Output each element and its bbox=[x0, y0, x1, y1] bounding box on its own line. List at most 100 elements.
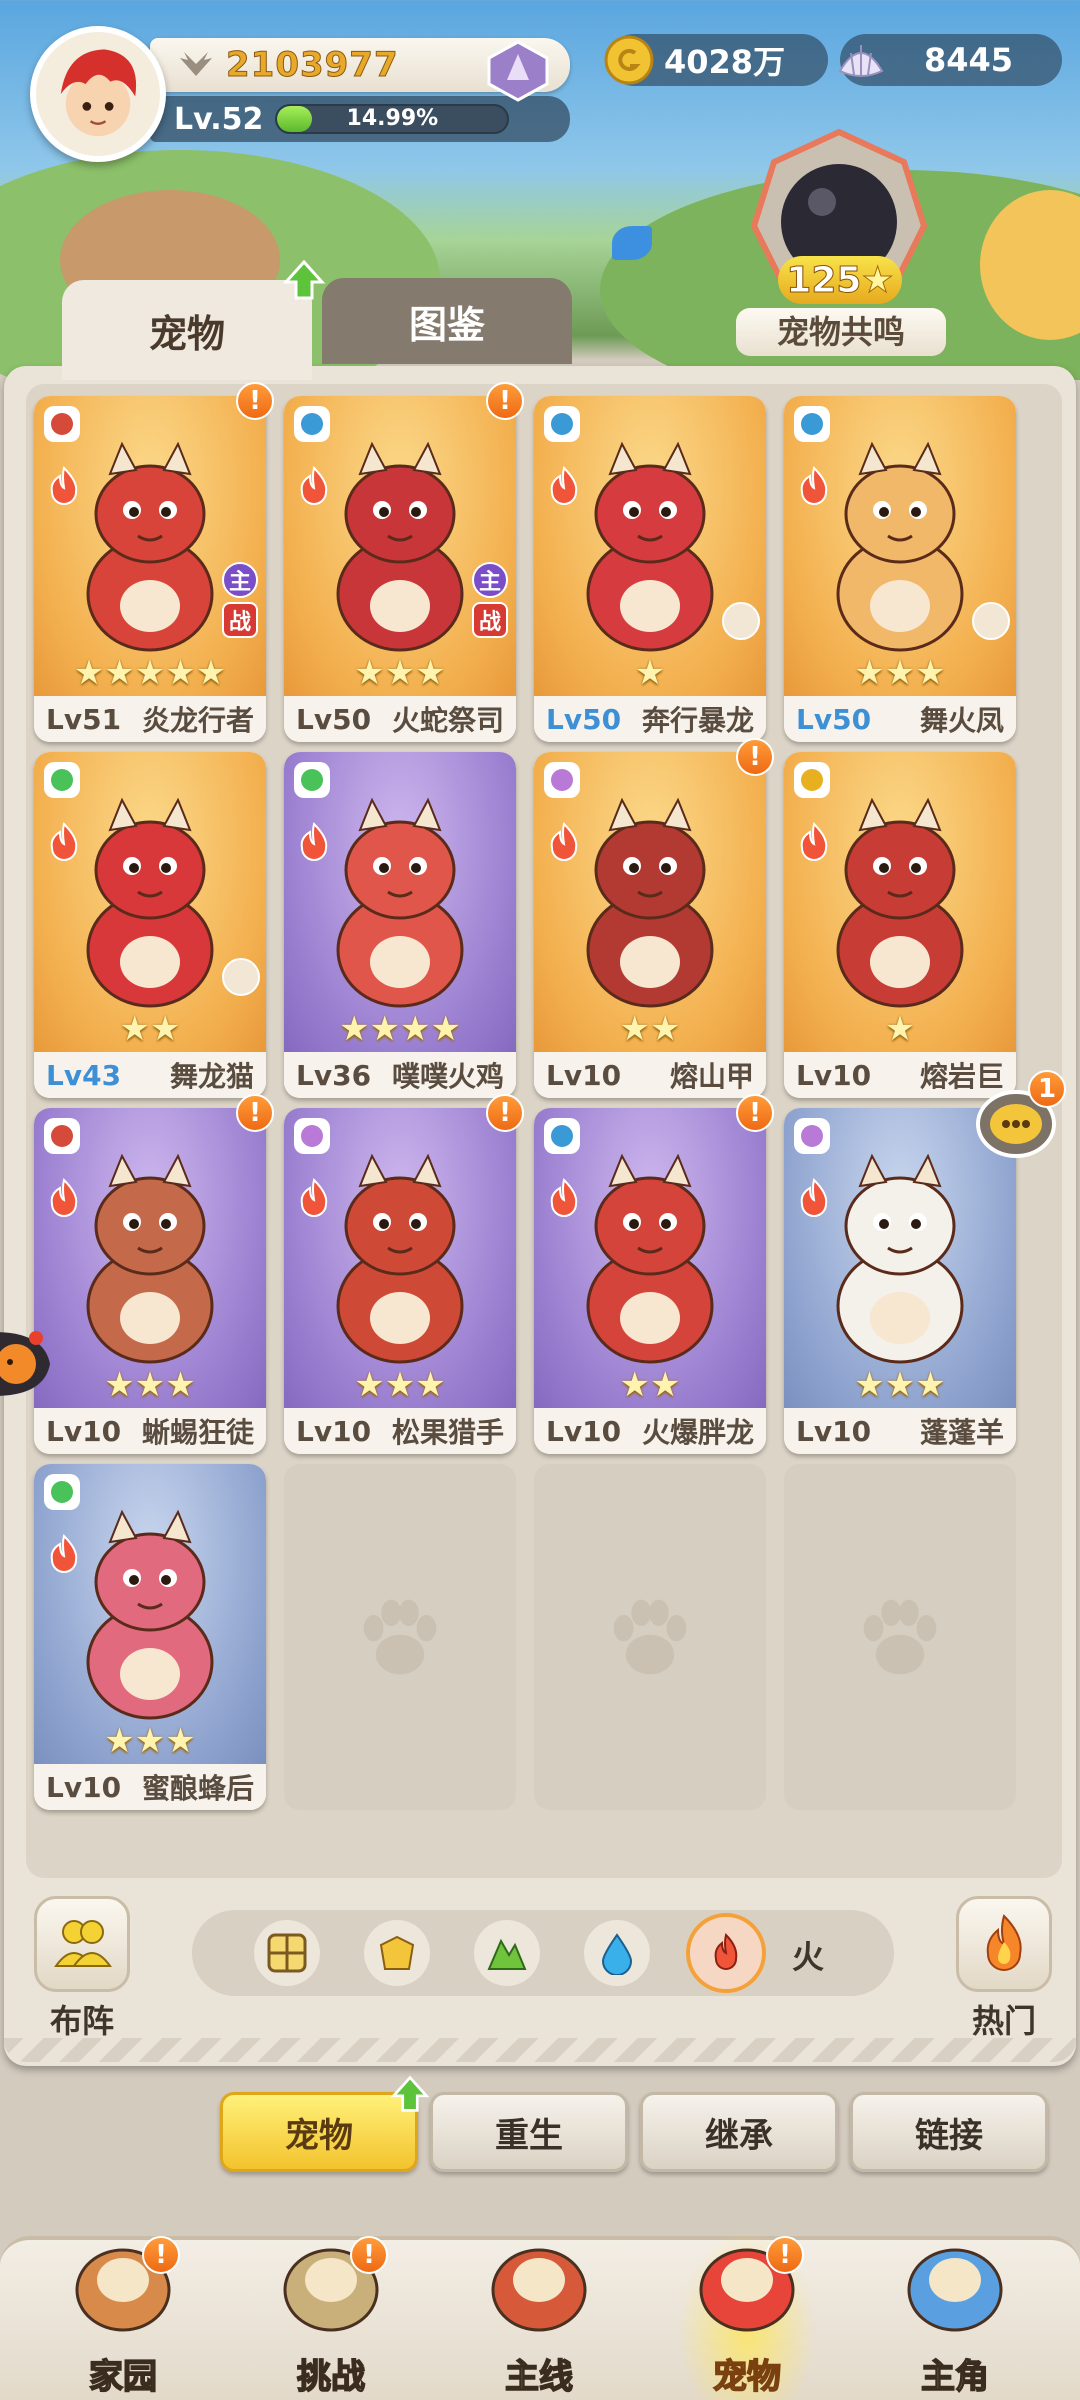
pet-card[interactable]: ★★ Lv10 火爆胖龙 bbox=[534, 1108, 766, 1454]
hot-label: 热门 bbox=[971, 2002, 1036, 2040]
pet-level: Lv10 bbox=[796, 1414, 872, 1448]
pet-portrait-icon bbox=[336, 1153, 464, 1364]
nav-alert-badge: ! bbox=[766, 2236, 804, 2274]
pet-class-icon bbox=[792, 760, 832, 800]
pet-portrait-icon bbox=[836, 1153, 964, 1364]
formation-button[interactable]: 布阵 bbox=[32, 1896, 132, 2040]
pet-name: 奔行暴龙 bbox=[641, 704, 754, 737]
formation-btn-face bbox=[34, 1896, 130, 1992]
shell-icon bbox=[838, 45, 884, 77]
trainer-avatar bbox=[222, 958, 260, 996]
grid-all-icon bbox=[267, 1933, 307, 1973]
fire-element-icon bbox=[546, 1178, 582, 1218]
pet-resonance-button[interactable]: 125 ★ 宠物共鸣 bbox=[736, 126, 946, 366]
nav-item[interactable]: 主角 bbox=[880, 2240, 1030, 2400]
gold-currency[interactable]: 4028万 bbox=[604, 34, 828, 86]
sub-action-button[interactable]: 继承 bbox=[640, 2092, 838, 2172]
nav-item[interactable]: 宠物! bbox=[672, 2230, 822, 2400]
trainer-avatar bbox=[722, 602, 760, 640]
pet-card[interactable]: ★★★ Lv10 蜜酿蜂后 bbox=[34, 1464, 266, 1810]
pet-level: Lv36 bbox=[296, 1058, 372, 1092]
pet-stars: ★★★ bbox=[104, 1365, 196, 1405]
nav-icon bbox=[484, 2224, 594, 2344]
team-icon bbox=[54, 1920, 112, 1967]
pet-stars: ★★★ bbox=[854, 1365, 946, 1405]
pet-alert-badge: ! bbox=[486, 1094, 524, 1132]
pet-level: Lv10 bbox=[546, 1414, 622, 1448]
pet-name: 炎龙行者 bbox=[141, 704, 254, 737]
chat-button[interactable]: 1 bbox=[974, 1070, 1066, 1162]
player-level: Lv.52 bbox=[174, 101, 264, 137]
nav-alert-badge: ! bbox=[350, 2236, 388, 2274]
pet-name: 松果猎手 bbox=[391, 1416, 504, 1449]
pet-name: 舞火凤 bbox=[919, 704, 1004, 737]
nav-alert-badge: ! bbox=[142, 2236, 180, 2274]
pet-stars: ★★ bbox=[619, 1365, 681, 1405]
pet-portrait-icon bbox=[86, 441, 214, 652]
filter-earth-button[interactable] bbox=[364, 1920, 430, 1986]
paw-icon bbox=[863, 1599, 937, 1675]
hot-btn-face bbox=[956, 1896, 1052, 1992]
pet-class-icon bbox=[292, 404, 332, 444]
filter-all-button[interactable] bbox=[254, 1920, 320, 1986]
side-pet-helper-icon[interactable] bbox=[0, 1322, 58, 1406]
pet-level: Lv10 bbox=[296, 1414, 372, 1448]
nav-label: 家园 bbox=[88, 2356, 158, 2398]
pet-name: 熔山甲 bbox=[669, 1060, 754, 1093]
pet-card[interactable]: ★★★ Lv50 舞火凤 bbox=[784, 396, 1016, 742]
pet-alert-badge: ! bbox=[236, 382, 274, 420]
fire-element-icon bbox=[46, 822, 82, 862]
sub-action-button[interactable]: 重生 bbox=[430, 2092, 628, 2172]
pet-class-icon bbox=[792, 404, 832, 444]
player-avatar[interactable] bbox=[30, 26, 166, 162]
pet-class-icon bbox=[42, 404, 82, 444]
nav-item[interactable]: 主线 bbox=[464, 2240, 614, 2400]
fire-element-icon bbox=[46, 1178, 82, 1218]
hot-button[interactable]: 热门 bbox=[954, 1896, 1054, 2040]
pet-name: 火蛇祭司 bbox=[391, 704, 504, 737]
pet-card[interactable]: 主战 ★★★★★ Lv51 炎龙行者 bbox=[34, 396, 266, 742]
pet-card[interactable]: 主战 ★★★ Lv50 火蛇祭司 bbox=[284, 396, 516, 742]
pet-card[interactable]: ★★ Lv43 舞龙猫 bbox=[34, 752, 266, 1098]
sub-action-button[interactable]: 链接 bbox=[850, 2092, 1048, 2172]
pet-stars: ★★ bbox=[119, 1009, 181, 1049]
pet-card[interactable]: ★★★ Lv10 蜥蜴狂徒 bbox=[34, 1108, 266, 1454]
pet-card-footer: Lv10 蓬蓬羊 bbox=[784, 1408, 1016, 1454]
resonance-count: 125 ★ bbox=[778, 256, 902, 304]
shell-currency[interactable]: 8445 bbox=[838, 34, 1062, 86]
nav-label: 挑战 bbox=[296, 2356, 366, 2398]
pet-level: Lv50 bbox=[296, 702, 372, 736]
pet-card[interactable]: ★ Lv50 奔行暴龙 bbox=[534, 396, 766, 742]
pet-class-icon bbox=[542, 404, 582, 444]
pet-name: 蓬蓬羊 bbox=[919, 1416, 1004, 1449]
wings-icon bbox=[180, 52, 212, 76]
pet-portrait-icon bbox=[86, 1509, 214, 1720]
pet-card[interactable]: ★ Lv10 熔岩巨 bbox=[784, 752, 1016, 1098]
battle-tag: 战 bbox=[222, 602, 258, 638]
pet-alert-badge: ! bbox=[736, 738, 774, 776]
filter-grass-button[interactable] bbox=[474, 1920, 540, 1986]
pet-portrait-icon bbox=[836, 797, 964, 1008]
upgrade-arrow-icon bbox=[282, 259, 326, 300]
fire-element-icon bbox=[714, 1933, 738, 1970]
filter-fire-button[interactable] bbox=[686, 1913, 766, 1993]
power-gem-icon[interactable] bbox=[485, 40, 551, 102]
gold-amount: 4028万 bbox=[664, 43, 786, 81]
fire-element-icon bbox=[46, 1534, 82, 1574]
pet-class-icon bbox=[292, 760, 332, 800]
filter-water-button[interactable] bbox=[584, 1920, 650, 1986]
nav-item[interactable]: 家园! bbox=[48, 2236, 198, 2400]
pet-level: Lv50 bbox=[796, 702, 872, 736]
empty-pet-slot bbox=[784, 1464, 1016, 1810]
pet-card[interactable]: ★★ Lv10 熔山甲 bbox=[534, 752, 766, 1098]
tab-pet-dex[interactable]: 图鉴 bbox=[322, 278, 572, 364]
hero-portrait-icon bbox=[60, 49, 137, 137]
battle-tag: 战 bbox=[472, 602, 508, 638]
pet-card[interactable]: ★★★★ Lv36 噗噗火鸡 bbox=[284, 752, 516, 1098]
sub-action-button[interactable]: 宠物 bbox=[220, 2092, 418, 2172]
pet-stars: ★★★★ bbox=[339, 1009, 461, 1049]
earth-element-icon bbox=[379, 1935, 415, 1970]
tab-pets[interactable]: 宠物 bbox=[62, 280, 312, 380]
pet-card[interactable]: ★★★ Lv10 松果猎手 bbox=[284, 1108, 516, 1454]
nav-item[interactable]: 挑战! bbox=[256, 2236, 406, 2400]
